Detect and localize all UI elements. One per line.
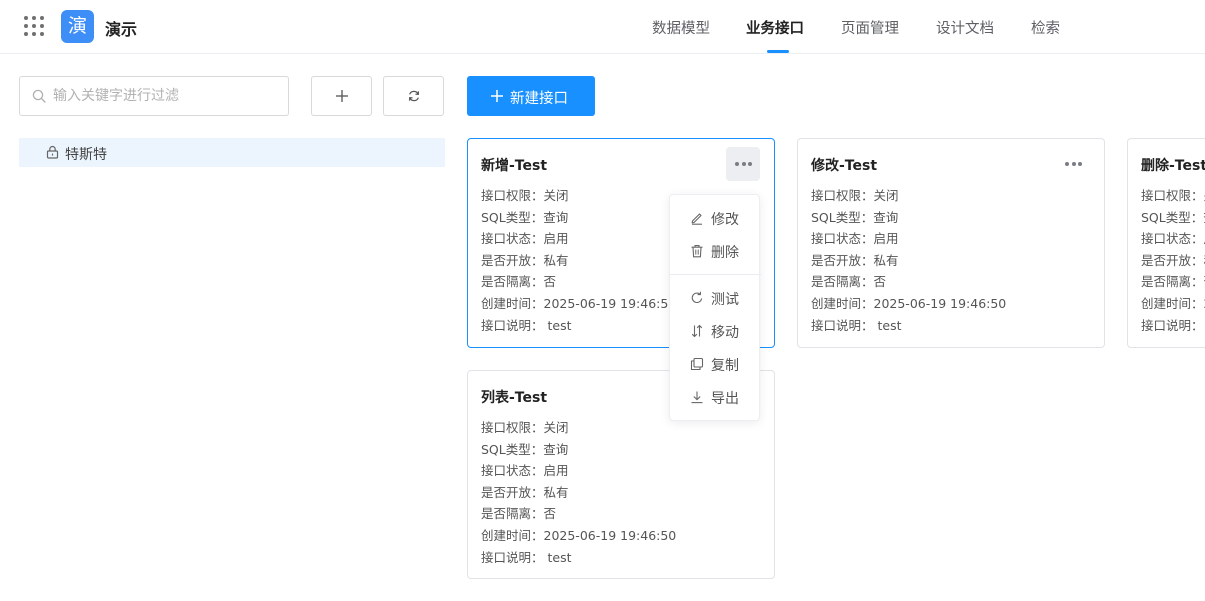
card-line: 是否开放：私有 — [481, 252, 569, 268]
api-card-details: 接口权限：关闭 SQL类型：查询 接口状态：启用 是否开放：私有 是否隔离：否 … — [811, 185, 1006, 336]
api-card-title: 新增-Test — [481, 158, 548, 174]
tree-node[interactable]: 特斯特 — [19, 138, 445, 167]
card-line: 接口状态：启用 — [481, 231, 569, 247]
trash-icon — [691, 245, 703, 258]
menu-divider — [670, 274, 761, 275]
filter-search-input[interactable] — [53, 86, 278, 106]
lock-icon — [46, 145, 59, 159]
more-icon — [735, 162, 752, 166]
search-icon — [32, 89, 46, 103]
card-line: SQL类型：查询 — [481, 441, 569, 457]
card-line: 是否隔离：否 — [481, 274, 557, 290]
card-line: 接口说明： test — [811, 317, 902, 333]
card-line: SQL类型：查询 — [811, 209, 899, 225]
api-card-title: 删除-Test — [1141, 158, 1205, 174]
card-line: SQL类型：查询 — [481, 209, 569, 225]
top-bar: 演 演示 数据模型 业务接口 页面管理 设计文档 检索 — [0, 0, 1205, 54]
new-api-button-label: 新建接口 — [510, 91, 568, 107]
card-line: 创建时间：2025-06-19 19:46:50 — [811, 295, 1007, 311]
copy-icon — [690, 357, 704, 371]
card-line: 接口权限：关闭 — [481, 420, 569, 435]
menu-item-label: 导出 — [711, 391, 739, 407]
card-line: 接口权限：关闭 — [1141, 188, 1205, 203]
new-api-button[interactable]: 新建接口 — [467, 76, 595, 116]
card-line: 接口状态：启用 — [481, 463, 569, 479]
api-card-details: 接口权限：关闭 SQL类型：查询 接口状态：启用 是否开放：私有 是否隔离：否 … — [481, 185, 676, 336]
card-line: 是否开放：私有 — [811, 252, 899, 268]
card-actions-menu: 修改 删除 测试 移动 复制 导出 — [669, 194, 761, 421]
card-line: 接口说明： test — [481, 549, 572, 565]
api-card-details: 接口权限：关闭 SQL类型：查询 接口状态：启用 是否开放：私有 是否隔离：否 … — [1141, 185, 1205, 336]
card-line: 接口权限：关闭 — [481, 188, 569, 203]
card-line: 创建时间：2025-06-19 19:46:50 — [481, 527, 677, 543]
menu-item-move[interactable]: 移动 — [670, 316, 761, 346]
card-line: 是否隔离：否 — [481, 506, 557, 522]
menu-item-label: 删除 — [711, 245, 739, 261]
card-line: 接口状态：启用 — [1141, 231, 1205, 247]
api-card-details: 接口权限：关闭 SQL类型：查询 接口状态：启用 是否开放：私有 是否隔离：否 … — [481, 417, 676, 568]
menu-item-delete[interactable]: 删除 — [670, 236, 761, 266]
menu-item-label: 复制 — [711, 358, 739, 374]
filter-search-box — [19, 76, 289, 116]
refresh-button[interactable] — [383, 76, 444, 116]
edit-icon — [691, 213, 702, 225]
add-button[interactable] — [311, 76, 372, 116]
menu-item-label: 修改 — [711, 212, 739, 228]
card-line: 接口状态：启用 — [811, 231, 899, 247]
more-button[interactable] — [726, 147, 760, 181]
refresh-icon — [691, 291, 703, 304]
card-line: 接口说明： test — [1141, 317, 1205, 333]
card-line: 创建时间：2025-06-19 19:46:50 — [1141, 295, 1205, 311]
nav-item-data-model[interactable]: 数据模型 — [652, 17, 710, 38]
nav-item-design-docs[interactable]: 设计文档 — [936, 17, 994, 38]
tree-node-label: 特斯特 — [65, 147, 107, 163]
card-line: 是否开放：私有 — [481, 484, 569, 500]
card-line: 是否隔离：否 — [1141, 274, 1205, 290]
menu-item-edit[interactable]: 修改 — [670, 203, 761, 233]
plus-icon — [491, 90, 503, 102]
api-card-title: 列表-Test — [481, 390, 548, 406]
more-button[interactable] — [1056, 147, 1090, 181]
card-line: 接口权限：关闭 — [811, 188, 899, 203]
menu-item-label: 测试 — [711, 292, 739, 308]
api-card[interactable]: 修改-Test 接口权限：关闭 SQL类型：查询 接口状态：启用 是否开放：私有… — [797, 138, 1105, 348]
card-line: 接口说明： test — [481, 317, 572, 333]
api-card[interactable]: 删除-Test 接口权限：关闭 SQL类型：查询 接口状态：启用 是否开放：私有… — [1127, 138, 1205, 348]
more-icon — [1065, 162, 1082, 166]
nav-item-search[interactable]: 检索 — [1031, 17, 1060, 38]
nav-item-page-management[interactable]: 页面管理 — [841, 17, 899, 38]
menu-item-copy[interactable]: 复制 — [670, 349, 761, 379]
nav-item-business-api[interactable]: 业务接口 — [746, 17, 804, 38]
card-line: 是否开放：私有 — [1141, 252, 1205, 268]
menu-item-export[interactable]: 导出 — [670, 382, 761, 412]
card-line: 创建时间：2025-06-19 19:46:50 — [481, 295, 677, 311]
api-card-title: 修改-Test — [811, 158, 878, 174]
menu-item-label: 移动 — [711, 325, 739, 341]
card-line: SQL类型：查询 — [1141, 209, 1205, 225]
plus-icon — [335, 90, 348, 102]
download-icon — [691, 391, 703, 404]
active-nav-indicator — [767, 50, 789, 53]
move-icon — [691, 324, 703, 338]
refresh-icon — [408, 90, 419, 102]
menu-item-test[interactable]: 测试 — [670, 283, 761, 313]
top-nav: 数据模型 业务接口 页面管理 设计文档 检索 — [0, 0, 1205, 54]
card-line: 是否隔离：否 — [811, 274, 887, 290]
